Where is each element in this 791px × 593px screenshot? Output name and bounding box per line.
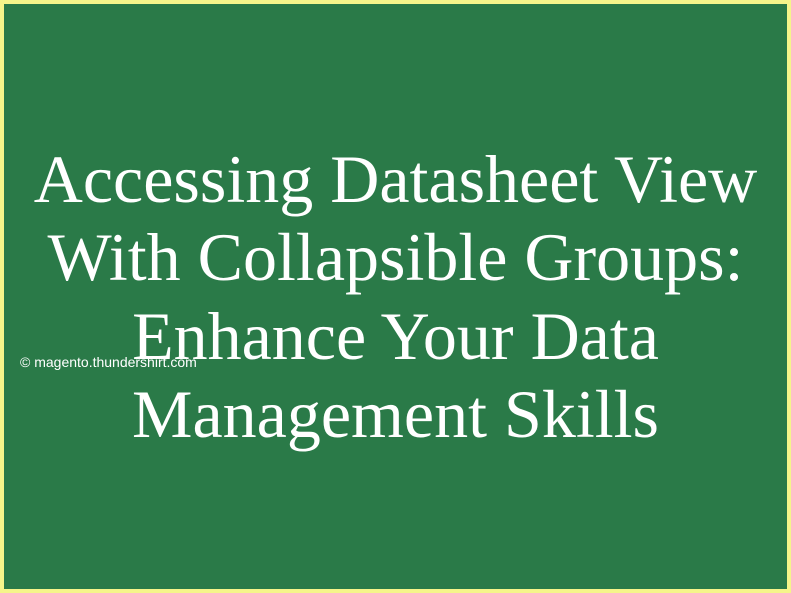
- main-title: Accessing Datasheet View With Collapsibl…: [4, 140, 787, 453]
- watermark-text: © magento.thundershirt.com: [20, 354, 197, 370]
- content-card: Accessing Datasheet View With Collapsibl…: [4, 4, 787, 589]
